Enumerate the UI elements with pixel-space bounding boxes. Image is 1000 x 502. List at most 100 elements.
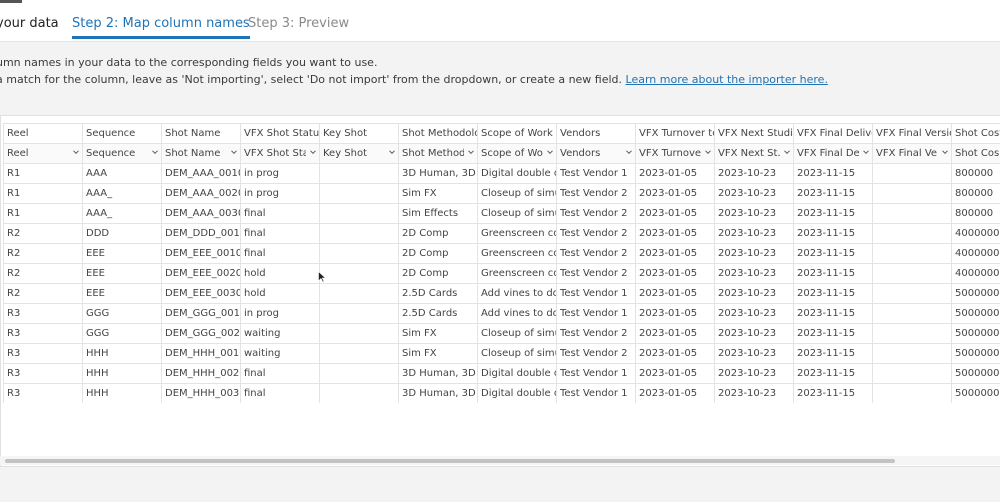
table-cell: R1	[3, 203, 83, 224]
table-cell: DEM_HHH_0020	[161, 363, 241, 384]
table-row: R2 EEE DEM_EEE_0020 hold 2D Comp Greenscreen …	[3, 263, 1000, 284]
column-header: VFX Shot Status	[240, 123, 320, 144]
field-mapping-dropdown[interactable]: VFX Final De…	[793, 143, 873, 164]
table-cell: R2	[3, 243, 83, 264]
table-cell: waiting	[240, 323, 320, 344]
table-cell: R3	[3, 343, 83, 364]
field-mapping-dropdown[interactable]: Scope of Work	[477, 143, 557, 164]
table-cell: GGG	[82, 323, 162, 344]
table-cell: 2023-01-05	[635, 363, 715, 384]
field-mapping-dropdown[interactable]: Shot Cos	[951, 143, 1000, 164]
scrollbar-thumb[interactable]	[5, 459, 895, 463]
learn-more-link[interactable]: Learn more about the importer here.	[626, 73, 828, 86]
table-cell: Test Vendor 2	[556, 203, 636, 224]
table-cell: 2023-01-05	[635, 343, 715, 364]
table-cell: Digital double of	[477, 383, 557, 403]
chevron-down-icon	[468, 150, 474, 155]
table-cell: Test Vendor 2	[556, 243, 636, 264]
table-cell	[872, 343, 952, 364]
chevron-down-icon	[784, 150, 790, 155]
tab-preview[interactable]: Step 3: Preview	[248, 16, 349, 31]
table-cell: DEM_AAA_0030	[161, 203, 241, 224]
table-cell: 2023-10-23	[714, 183, 794, 204]
tab-map-column-names[interactable]: Step 2: Map column names	[72, 16, 250, 39]
field-mapping-dropdown[interactable]: VFX Next St…	[714, 143, 794, 164]
field-mapping-dropdown[interactable]: Key Shot	[319, 143, 399, 164]
table-cell	[872, 283, 952, 304]
field-mapping-dropdown[interactable]: Shot Method…	[398, 143, 478, 164]
table-cell: DEM_AAA_0020	[161, 183, 241, 204]
table-cell: 2023-11-15	[793, 303, 873, 324]
table-cell: Greenscreen com	[477, 223, 557, 244]
table-cell: hold	[240, 263, 320, 284]
table-cell: 2023-01-05	[635, 223, 715, 244]
table-cell: HHH	[82, 343, 162, 364]
table-cell: in prog	[240, 183, 320, 204]
table-cell: R1	[3, 163, 83, 184]
table-cell: R2	[3, 263, 83, 284]
table-cell: in prog	[240, 303, 320, 324]
table-cell: Add vines to doo	[477, 283, 557, 304]
table-cell: HHH	[82, 363, 162, 384]
table-cell: final	[240, 243, 320, 264]
table-cell: 2023-11-15	[793, 363, 873, 384]
table-cell: 2D Comp	[398, 243, 478, 264]
field-mapping-dropdown[interactable]: VFX Shot Sta…	[240, 143, 320, 164]
title-fragment	[0, 0, 22, 3]
dropdown-value: Shot Method…	[402, 147, 464, 159]
table-cell: R2	[3, 223, 83, 244]
table-body: Reel Sequence Shot Name VFX Shot Sta… Key Sh…	[3, 143, 1000, 403]
table-cell: Greenscreen com	[477, 263, 557, 284]
field-mapping-dropdown[interactable]: Reel	[3, 143, 83, 164]
field-mapping-dropdown[interactable]: Shot Name	[161, 143, 241, 164]
table-cell: 3D Human, 3D Obj	[398, 163, 478, 184]
field-mapping-dropdown[interactable]: Vendors	[556, 143, 636, 164]
table-cell: 2023-11-15	[793, 243, 873, 264]
table-cell: 5000000	[951, 343, 1000, 364]
table-cell: Add vines to doo	[477, 303, 557, 324]
table-cell: 2023-11-15	[793, 203, 873, 224]
table-cell: final	[240, 363, 320, 384]
chevron-down-icon	[705, 150, 711, 155]
table-row: R1 AAA_ DEM_AAA_0030 final Sim Effects Closeu…	[3, 203, 1000, 224]
chevron-down-icon	[626, 150, 632, 155]
table-cell: Test Vendor 1	[556, 303, 636, 324]
chevron-down-icon	[942, 150, 948, 155]
table-cell: Closeup of simulat	[477, 183, 557, 204]
horizontal-scrollbar[interactable]	[0, 456, 1000, 465]
table-cell: DEM_HHH_0010	[161, 343, 241, 364]
column-header: Shot Name	[161, 123, 241, 144]
table-cell: 2023-11-15	[793, 323, 873, 344]
column-header: VFX Turnover to Vendor	[635, 123, 715, 144]
table-cell: 2.5D Cards	[398, 303, 478, 324]
table-cell	[319, 223, 399, 244]
table-cell: R3	[3, 383, 83, 403]
table-cell: final	[240, 383, 320, 403]
table-row: R3 GGG DEM_GGG_0020 waiting Sim FX Closeup of…	[3, 323, 1000, 344]
field-mapping-dropdown[interactable]: VFX Final Ve…	[872, 143, 952, 164]
table-cell: Closeup of simulat	[477, 323, 557, 344]
table-cell: GGG	[82, 303, 162, 324]
table-cell: Closeup of simulat	[477, 343, 557, 364]
table-cell: 5000000	[951, 323, 1000, 344]
field-mapping-dropdown[interactable]: Sequence	[82, 143, 162, 164]
table-cell: 5000000	[951, 283, 1000, 304]
table-cell: 2.5D Cards	[398, 283, 478, 304]
table-cell: R1	[3, 183, 83, 204]
table-cell: final	[240, 203, 320, 224]
table-cell	[872, 223, 952, 244]
table-cell: 2023-11-15	[793, 223, 873, 244]
dropdown-value: Key Shot	[323, 147, 368, 159]
chevron-down-icon	[152, 150, 158, 155]
table-cell: Test Vendor 2	[556, 223, 636, 244]
table-cell: EEE	[82, 283, 162, 304]
table-cell: 2023-11-15	[793, 283, 873, 304]
tab-upload-data[interactable]: your data	[0, 16, 59, 31]
column-header: Key Shot	[319, 123, 399, 144]
table-cell: EEE	[82, 243, 162, 264]
dropdown-value: Shot Cos	[955, 147, 1000, 159]
instruction-line-1: umn names in your data to the correspond…	[0, 56, 378, 69]
table-cell	[872, 363, 952, 384]
table-cell: DEM_DDD_0010	[161, 223, 241, 244]
field-mapping-dropdown[interactable]: VFX Turnove…	[635, 143, 715, 164]
